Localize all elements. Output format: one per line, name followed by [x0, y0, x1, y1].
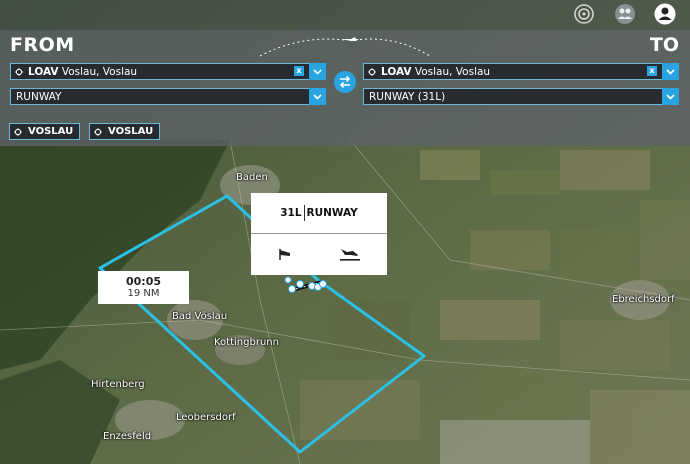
map-label-enzesfeld: Enzesfeld: [103, 431, 152, 442]
departure-runway-dropdown-button[interactable]: [309, 88, 326, 105]
flight-planner-panel: FROM TO LOAV Voslau, Voslau x LOAV Vosla…: [0, 30, 690, 146]
map-label-baden: Baden: [236, 172, 268, 183]
arrival-runway-value: RUNWAY (31L): [369, 90, 446, 103]
map-label-bad-voslau: Bad Vöslau: [172, 311, 228, 322]
chevron-down-icon: [666, 68, 675, 75]
landing-icon[interactable]: [339, 246, 361, 262]
departure-runway-select[interactable]: RUNWAY: [10, 88, 326, 105]
map-label-hirtenberg: Hirtenberg: [91, 379, 145, 390]
departure-waypoint-label: VOSLAU: [28, 126, 74, 137]
arrival-dropdown-button[interactable]: [662, 63, 679, 80]
arrival-waypoint-label: VOSLAU: [108, 126, 154, 137]
arrival-waypoint-tag[interactable]: VOSLAU: [89, 123, 161, 140]
departure-dropdown-button[interactable]: [309, 63, 326, 80]
flight-time: 00:05: [125, 275, 161, 288]
flight-distance: 19 NM: [127, 288, 160, 299]
runway-waypoint: [296, 280, 304, 288]
target-icon[interactable]: [573, 3, 595, 25]
departure-airport-name: Voslau, Voslau: [61, 65, 138, 78]
map-label-kottingbrunn: Kottingbrunn: [214, 337, 279, 348]
clear-arrival-button[interactable]: x: [647, 66, 657, 76]
flight-arc-icon: [259, 37, 431, 57]
location-pin-icon: [15, 67, 23, 76]
chevron-down-icon: [313, 68, 322, 75]
departure-runway-value: RUNWAY: [16, 90, 62, 103]
route-info-box: 00:05 19 NM: [98, 271, 189, 304]
departure-airport-code: LOAV: [28, 65, 59, 78]
arrival-airport-name: Voslau, Voslau: [414, 65, 491, 78]
departure-waypoint-tag[interactable]: VOSLAU: [9, 123, 81, 140]
arrival-runway-dropdown-button[interactable]: [662, 88, 679, 105]
top-bar: [0, 0, 690, 30]
arrival-airport-field[interactable]: LOAV Voslau, Voslau x: [363, 63, 679, 80]
arrival-runway-select[interactable]: RUNWAY (31L): [363, 88, 679, 105]
map-label-ebreichsdorf: Ebreichsdorf: [612, 294, 675, 305]
profile-icon[interactable]: [654, 3, 676, 25]
swap-arrows-icon: [339, 75, 351, 89]
clear-departure-button[interactable]: x: [294, 66, 304, 76]
runway-waypoint: [284, 276, 292, 284]
runway-waypoint: [288, 285, 296, 293]
runway-waypoint: [319, 280, 327, 288]
to-label: TO: [649, 34, 679, 56]
arrival-airport-code: LOAV: [381, 65, 412, 78]
swap-airports-button[interactable]: [334, 71, 356, 93]
location-pin-icon: [368, 67, 376, 76]
map-label-leobersdorf: Leobersdorf: [176, 412, 236, 423]
location-pin-icon: [94, 127, 102, 136]
runway-popup-header[interactable]: 31L RUNWAY: [251, 193, 387, 234]
chevron-down-icon: [666, 93, 675, 100]
chevron-down-icon: [313, 93, 322, 100]
from-label: FROM: [10, 34, 75, 56]
friends-icon[interactable]: [614, 3, 636, 25]
windsock-icon[interactable]: [277, 247, 293, 261]
runway-popup: 31L RUNWAY: [251, 193, 387, 275]
location-pin-icon: [14, 127, 22, 136]
runway-id: 31L: [280, 207, 302, 219]
departure-airport-field[interactable]: LOAV Voslau, Voslau x: [10, 63, 326, 80]
runway-type: RUNWAY: [306, 207, 358, 219]
